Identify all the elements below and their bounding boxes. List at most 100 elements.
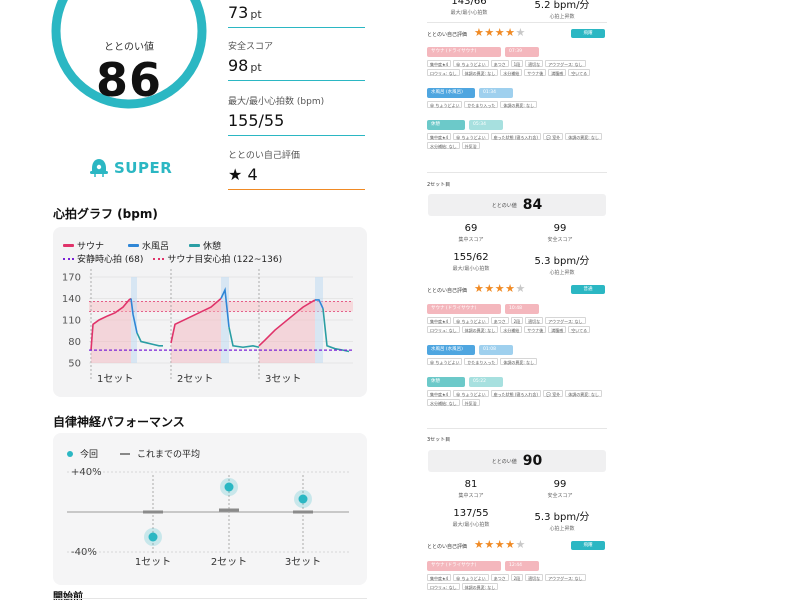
chip: 体調の異変: なし <box>500 101 537 108</box>
category-label: 1セット <box>135 556 171 568</box>
stat-unit: pt <box>250 61 262 74</box>
chip: 水分補給: なし <box>427 142 460 149</box>
hr-series-rest <box>228 326 260 349</box>
eval-badge: 飛躍 <box>571 541 605 550</box>
stat-label: 最大/最小心拍数 <box>452 522 490 528</box>
set2-title: 2セット目 <box>427 182 451 188</box>
star-icon: ★ <box>494 282 506 295</box>
chip: 外気浴 <box>461 142 480 149</box>
rank-badge: SUPER <box>90 158 172 178</box>
chip: ロウリュ: なし <box>427 326 460 333</box>
totonoi-gauge: ととのい値 86 <box>48 0 210 112</box>
chip: 適切な <box>525 60 544 67</box>
chip: 空いてる <box>568 69 591 76</box>
step-time: 05:22 <box>469 377 503 387</box>
stat-unit: pt <box>250 8 262 21</box>
step-time: 10:48 <box>505 304 539 314</box>
step-tag-sauna: サウナ (ドライサウナ) <box>427 47 501 57</box>
chip: 😀 ちょうどよい <box>453 390 489 397</box>
chip: あつさ <box>490 60 509 67</box>
stat-value: 5.2 bpm/分 <box>534 0 590 11</box>
chip: 適切な <box>525 574 544 581</box>
chip: 満腹感 <box>548 69 567 76</box>
star-icon: ★ <box>505 538 516 551</box>
y-tick-label: 110 <box>62 316 81 327</box>
current-point <box>148 532 158 542</box>
y-tick-label: 140 <box>62 294 81 305</box>
stat-label: 集中スコア <box>458 237 484 243</box>
chip: 😀 ちょうどよい <box>453 133 489 140</box>
star-icon: ★ <box>484 26 495 39</box>
category-label: 2セット <box>211 556 247 568</box>
stat-self-eval: ととのい自己評価 ★ 4 <box>228 148 365 190</box>
y-tick-label: 170 <box>62 273 81 284</box>
chip: 😀 ちょうどよい <box>427 101 463 108</box>
summary-stat: 143/66 最大/最小心拍数 <box>429 0 509 16</box>
stat-safety: 安全スコア 98 pt <box>228 39 365 81</box>
chip: 😀 ちょうどよい <box>453 60 489 67</box>
score-value: 90 <box>522 453 543 469</box>
divider <box>53 598 367 599</box>
chip: 2段 <box>510 317 524 324</box>
chip: 座った状態 (寝ろ入れ含) <box>490 390 541 397</box>
y-tick-label: 50 <box>68 359 81 370</box>
stat-value: 155/62 <box>453 252 489 263</box>
chip: 体調の異変: なし <box>461 583 499 590</box>
stat-label: 最大/最小心拍数 <box>452 266 490 272</box>
stat-value: 155/55 <box>228 111 285 130</box>
summary-stat: 155/62 最大/最小心拍数 <box>431 252 511 272</box>
y-tick-label: -40% <box>71 547 97 558</box>
chip: 体調の異変: なし <box>461 69 499 76</box>
chip: サウナ後 <box>524 326 547 333</box>
stat-concentration: 73 pt <box>228 3 365 28</box>
score-label: ととのい値 <box>491 202 517 209</box>
stat-label: ととのい自己評価 <box>228 151 300 161</box>
stat-label: 最大/最小心拍数 <box>450 10 488 16</box>
divider <box>427 428 607 429</box>
score-label: ととのい値 <box>491 458 517 465</box>
chip: 1段 <box>510 60 524 67</box>
step-chips: 集中度★4 😀 ちょうどよい あつさ 1段 適切な アウフグース: なし ロウリュ: なし体… <box>427 60 607 76</box>
self-eval-label: ととのい自己評価 <box>427 32 467 38</box>
step-chips: 😀 ちょうどよい かたまり入った 体調の異変: なし <box>427 358 607 365</box>
chip: 適切な <box>525 317 544 324</box>
stat-value: 99 <box>553 223 567 234</box>
chip: 水分補給 <box>500 69 523 76</box>
category-label: 3セット <box>285 556 321 568</box>
summary-stat: 5.3 bpm/分 心拍上昇数 <box>522 252 602 276</box>
summary-stat: 69 集中スコア <box>431 223 511 243</box>
autonomic-card: 今回 これまでの平均 +40% -40% 1セット 2セット 3セット <box>53 433 367 585</box>
chip: アウフグース: なし <box>545 574 586 581</box>
chip: 集中度★4 <box>427 133 452 140</box>
chip: 😀 ちょうどよい <box>427 358 463 365</box>
step-chips: 集中度★4 😀 ちょうどよい あつさ 2段 適切な アウフグース: なし ロウリュ: なし体… <box>427 574 607 590</box>
chip: 💬 室外 <box>543 133 564 140</box>
autonomic-chart: +40% -40% 1セット 2セット 3セット <box>67 467 349 568</box>
chip: 集中度★4 <box>427 317 452 324</box>
rank-label: SUPER <box>114 159 173 177</box>
eval-badge: 飛躍 <box>571 29 605 38</box>
star-icon: ★ <box>484 282 495 295</box>
step-tag-rest: 休憩 <box>427 120 465 130</box>
summary-stat: 99 安全スコア <box>520 479 600 499</box>
y-tick-label: 80 <box>68 337 81 348</box>
step-time: 01:34 <box>479 88 513 98</box>
star-icon: ★ <box>474 538 485 551</box>
chip: 水分補給 <box>500 326 523 333</box>
star-empty-icon: ★ <box>515 26 526 39</box>
star-rating: ★★★★★ <box>474 538 526 551</box>
stat-label: 心拍上昇数 <box>549 526 575 532</box>
summary-stat: 137/55 最大/最小心拍数 <box>431 508 511 528</box>
chip: 満腹感 <box>548 326 567 333</box>
step-chips: 集中度★4 😀 ちょうどよい 座った状態 (寝ろ入れ含) 💬 室外 体調の異変: なし水… <box>427 133 607 149</box>
stat-value: 143/66 <box>451 0 487 7</box>
chip: アウフグース: なし <box>545 60 586 67</box>
step-tag-water: 水風呂 (水風呂) <box>427 88 475 98</box>
average-marker <box>293 510 313 514</box>
chip: 体調の異変: なし <box>565 133 602 140</box>
star-rating: ★★★★★ <box>474 26 526 39</box>
summary-stat: 81 集中スコア <box>431 479 511 499</box>
average-marker <box>143 510 163 514</box>
current-point <box>298 494 308 504</box>
stat-label: 安全スコア <box>547 493 573 499</box>
